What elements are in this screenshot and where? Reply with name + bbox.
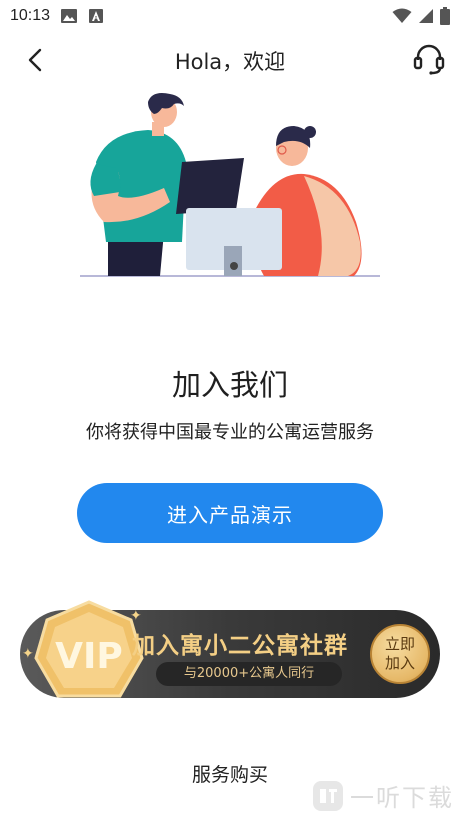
a-notification-icon [89, 9, 104, 23]
vip-badge-icon: VIP [34, 600, 144, 698]
sparkle-icon: ✦ [130, 608, 142, 624]
headset-icon [413, 44, 445, 75]
status-bar: 10:13 [0, 0, 460, 32]
vip-community-banner[interactable]: VIP ✦ ✦ 加入寓小二公寓社群 与20000+公寓人同行 立即 加入 [20, 600, 440, 698]
watermark-logo-icon [313, 780, 343, 811]
image-notification-icon [61, 9, 78, 23]
customer-service-button[interactable] [412, 42, 446, 76]
battery-icon [440, 7, 450, 25]
status-time: 10:13 [10, 7, 51, 24]
status-left: 10:13 [10, 7, 104, 25]
join-now-button[interactable]: 立即 加入 [370, 624, 430, 684]
vip-banner-subtitle: 与20000+公寓人同行 [156, 662, 342, 686]
watermark-text: 一听下载 [350, 784, 454, 812]
header: Hola，欢迎 [0, 32, 460, 88]
join-subtitle: 你将获得中国最专业的公寓运营服务 [86, 422, 374, 443]
signal-icon [419, 9, 433, 23]
join-now-line1: 立即 [384, 635, 415, 653]
sparkle-icon: ✦ [22, 646, 34, 662]
join-now-line2: 加入 [384, 654, 415, 672]
vip-banner-title: 加入寓小二公寓社群 [132, 633, 348, 659]
status-right [392, 7, 450, 25]
wifi-icon [392, 8, 412, 23]
page-title: Hola，欢迎 [174, 50, 286, 74]
product-demo-button[interactable]: 进入产品演示 [77, 483, 383, 543]
watermark: 一听下载 [312, 778, 454, 813]
team-illustration [80, 93, 380, 277]
vip-badge-text: VIP [55, 636, 123, 677]
join-title: 加入我们 [171, 368, 288, 402]
